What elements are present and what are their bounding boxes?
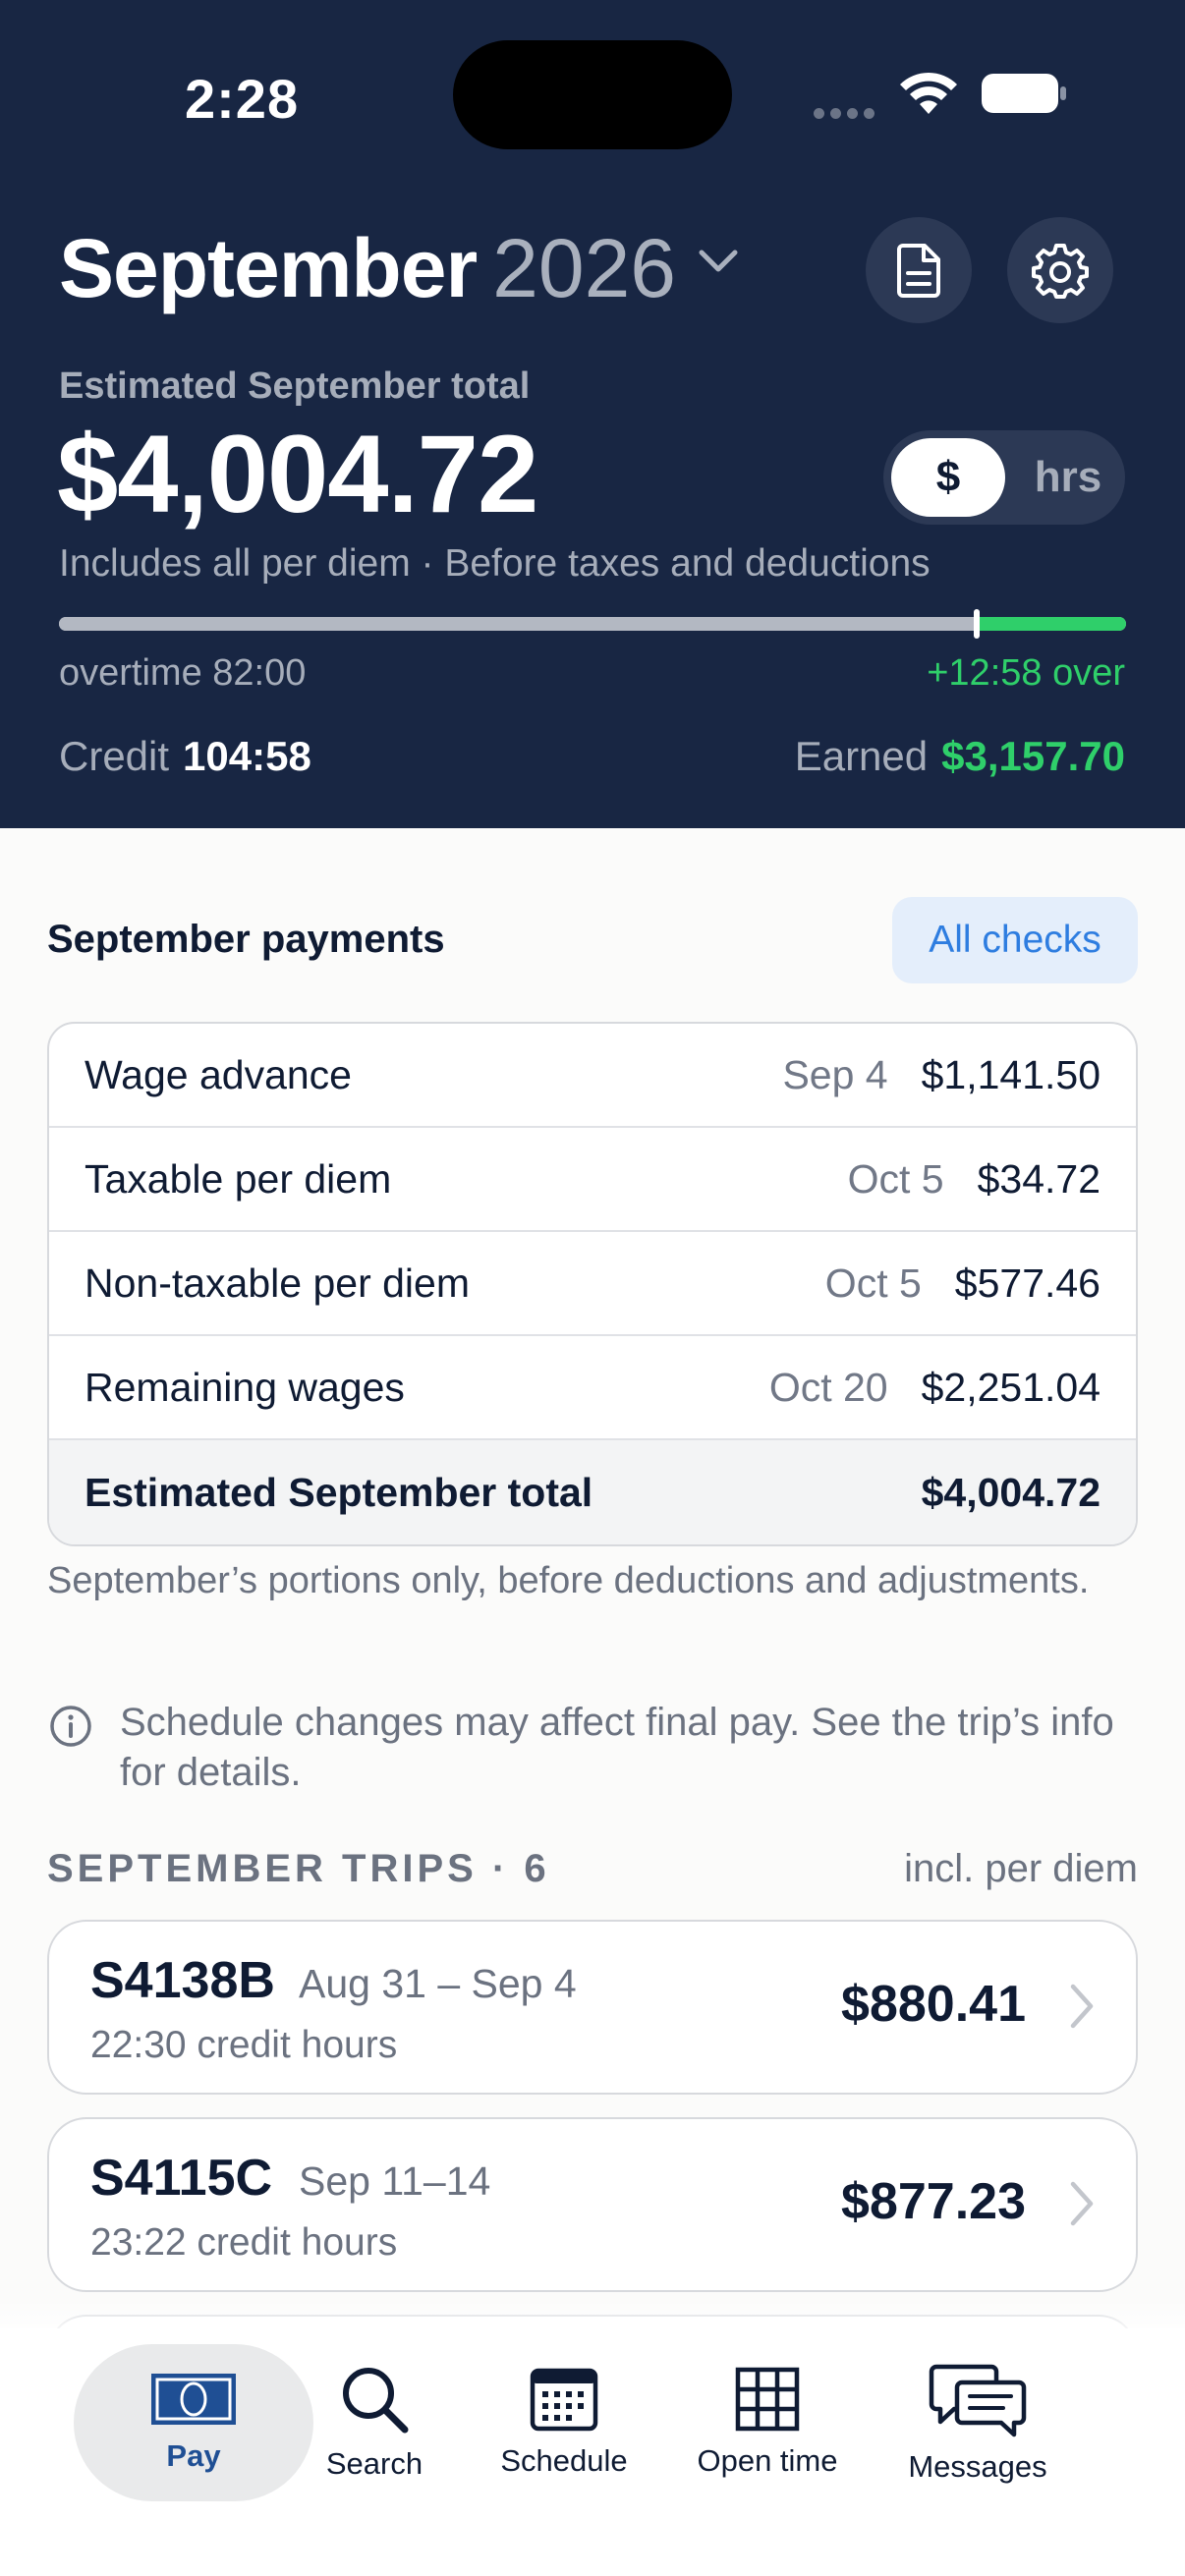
pay-summary-header: 2:28 September 2026 Estimated September … xyxy=(0,0,1185,828)
trip-id: S4138B xyxy=(90,1952,275,2009)
payment-name: Wage advance xyxy=(85,1051,352,1097)
estimate-amount: $4,004.72 xyxy=(57,413,538,535)
payment-total-label: Estimated September total xyxy=(85,1469,593,1515)
progress-fill xyxy=(59,617,977,631)
payment-row: Wage advance Sep 4 $1,141.50 xyxy=(49,1024,1136,1128)
tab-label: Messages xyxy=(908,2449,1047,2484)
payment-total-amount: $4,004.72 xyxy=(921,1469,1100,1515)
payment-amount: $2,251.04 xyxy=(921,1364,1100,1410)
trip-credit-hours: 23:22 credit hours xyxy=(90,2221,398,2264)
estimate-label: Estimated September total xyxy=(59,365,531,407)
trip-amount: $880.41 xyxy=(841,1976,1026,2033)
progress-over-fill xyxy=(976,617,1126,631)
month-title: September xyxy=(59,222,478,314)
payment-date: Oct 5 xyxy=(847,1155,944,1202)
status-time: 2:28 xyxy=(185,68,300,130)
tab-label: Open time xyxy=(697,2443,838,2478)
trip-card[interactable]: S4115C Sep 11–14 23:22 credit hours $877… xyxy=(47,2117,1138,2292)
payment-row: Non-taxable per diem Oct 5 $577.46 xyxy=(49,1232,1136,1336)
overtime-progress-bar xyxy=(59,617,1126,631)
trip-amount: $877.23 xyxy=(841,2173,1026,2230)
payments-section-title: September payments xyxy=(47,918,445,961)
trip-id: S4115C xyxy=(90,2150,273,2207)
tab-schedule[interactable]: Schedule xyxy=(487,2344,641,2501)
payment-amount: $1,141.50 xyxy=(921,1051,1100,1097)
credit-value: 104:58 xyxy=(183,733,311,779)
earned-label: Earned xyxy=(794,733,929,779)
chat-bubbles-icon xyxy=(929,2364,1027,2437)
estimate-note: Includes all per diem · Before taxes and… xyxy=(59,542,931,585)
wifi-icon xyxy=(900,72,957,114)
tab-search[interactable]: Search xyxy=(310,2344,438,2501)
document-icon xyxy=(897,244,940,298)
schedule-change-note: Schedule changes may affect final pay. S… xyxy=(120,1701,1114,1794)
payment-name: Taxable per diem xyxy=(85,1155,392,1202)
trips-section-heading: SEPTEMBER TRIPS · 6 xyxy=(47,1847,550,1890)
payment-date: Oct 5 xyxy=(824,1260,922,1306)
cellular-signal-icon xyxy=(814,106,880,124)
payment-amount: $577.46 xyxy=(954,1260,1100,1306)
banknote-icon xyxy=(151,2374,236,2425)
hours-toggle-option[interactable]: hrs xyxy=(1021,430,1115,525)
tab-pay[interactable]: Pay xyxy=(74,2344,313,2501)
search-icon xyxy=(343,2368,409,2434)
payment-amount: $34.72 xyxy=(977,1155,1100,1202)
trip-credit-hours: 22:30 credit hours xyxy=(90,2024,398,2066)
credit-summary: Credit 104:58 xyxy=(59,733,311,780)
info-icon xyxy=(50,1706,91,1747)
credit-label: Credit xyxy=(59,733,170,779)
dollars-toggle-option[interactable]: $ xyxy=(891,438,1005,517)
earned-summary: Earned $3,157.70 xyxy=(795,733,1125,780)
trips-per-diem-label: incl. per diem xyxy=(904,1847,1138,1890)
calendar-icon xyxy=(530,2368,598,2432)
payment-date: Sep 4 xyxy=(782,1051,888,1097)
portion-note: September’s portions only, before deduct… xyxy=(47,1560,1090,1601)
trip-dates: Sep 11–14 xyxy=(299,2158,491,2204)
tab-label: Schedule xyxy=(500,2443,628,2478)
earned-value: $3,157.70 xyxy=(941,733,1125,779)
tab-messages[interactable]: Messages xyxy=(896,2344,1059,2501)
month-picker[interactable]: September 2026 xyxy=(59,221,741,319)
payment-row: Taxable per diem Oct 5 $34.72 xyxy=(49,1128,1136,1232)
payment-total-row: Estimated September total $4,004.72 xyxy=(49,1440,1136,1544)
dynamic-island xyxy=(453,40,732,149)
gear-icon xyxy=(1032,244,1089,299)
tab-label: Pay xyxy=(166,2438,221,2473)
payments-table: Wage advance Sep 4 $1,141.50 Taxable per… xyxy=(47,1022,1138,1546)
chevron-down-icon xyxy=(699,250,738,271)
overtime-threshold-label: overtime 82:00 xyxy=(59,652,307,694)
trip-card[interactable]: S4138B Aug 31 – Sep 4 22:30 credit hours… xyxy=(47,1920,1138,2095)
tab-open-time[interactable]: Open time xyxy=(682,2344,853,2501)
payment-name: Remaining wages xyxy=(85,1364,405,1410)
pay-statement-button[interactable] xyxy=(866,217,972,323)
settings-button[interactable] xyxy=(1007,217,1113,323)
battery-icon xyxy=(982,74,1066,113)
chevron-right-icon xyxy=(1070,2181,1094,2226)
tab-label: Search xyxy=(325,2446,423,2481)
year-title: 2026 xyxy=(492,222,677,314)
all-checks-button[interactable]: All checks xyxy=(892,897,1138,983)
unit-toggle[interactable]: $ hrs xyxy=(883,430,1125,525)
overtime-threshold-marker xyxy=(973,609,980,639)
payment-name: Non-taxable per diem xyxy=(85,1260,470,1306)
trip-dates: Aug 31 – Sep 4 xyxy=(299,1961,577,2006)
status-bar: 2:28 xyxy=(0,0,1185,187)
payment-row: Remaining wages Oct 20 $2,251.04 xyxy=(49,1336,1136,1440)
grid-icon xyxy=(735,2367,800,2432)
overtime-over-label: +12:58 over xyxy=(927,652,1125,694)
chevron-right-icon xyxy=(1070,1984,1094,2029)
payment-date: Oct 20 xyxy=(768,1364,888,1410)
